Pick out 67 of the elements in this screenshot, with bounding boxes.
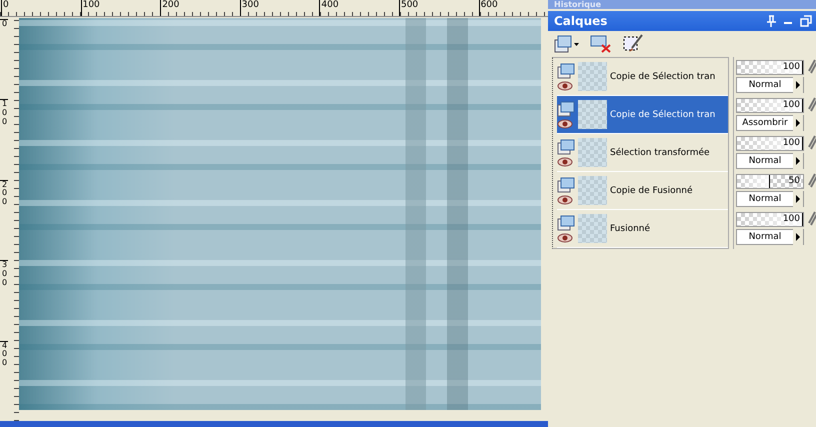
layer-row[interactable]: Sélection transformée (557, 134, 728, 172)
raster-layer-icon (557, 214, 575, 230)
layer-thumbnail (578, 214, 607, 243)
blend-mode-value: Assombrir (741, 118, 789, 128)
raster-layer-icon (557, 62, 575, 78)
opacity-value: 100 (782, 100, 800, 110)
blend-mode-value: Normal (748, 156, 782, 166)
ruler-label: 500 (398, 0, 479, 16)
layer-thumbnail (578, 62, 607, 91)
blend-mode-value: Normal (748, 232, 782, 242)
layer-name: Sélection transformée (610, 148, 710, 158)
link-icon[interactable] (806, 59, 816, 75)
blend-mode-value: Normal (748, 80, 782, 90)
ruler-label: 200 (0, 180, 8, 260)
ruler-label: 400 (319, 0, 399, 16)
restore-icon[interactable] (800, 15, 812, 27)
opacity-value: 100 (782, 214, 800, 224)
mask-brush-icon[interactable] (622, 34, 644, 54)
layer-thumbnail (578, 176, 607, 205)
layer-row[interactable]: Copie de Sélection tran (557, 96, 728, 134)
opacity-slider[interactable]: 50 (736, 174, 804, 188)
blend-mode-value: Normal (748, 194, 782, 204)
pin-icon[interactable] (766, 15, 776, 27)
eye-icon[interactable] (557, 194, 573, 204)
eye-icon[interactable] (557, 118, 573, 128)
eye-icon[interactable] (557, 156, 573, 166)
raster-layer-icon (557, 100, 575, 116)
opacity-value: 100 (782, 62, 800, 72)
layer-name: Fusionné (610, 224, 650, 234)
blend-mode-dropdown[interactable]: Normal (736, 191, 804, 207)
raster-layer-icon (557, 176, 575, 192)
opacity-value: 100 (782, 138, 800, 148)
raster-layer-icon (557, 138, 575, 154)
ruler-label: 300 (240, 0, 320, 16)
layer-name: Copie de Sélection tran (610, 110, 716, 120)
link-icon[interactable] (806, 211, 816, 227)
opacity-value: 50 (788, 176, 800, 186)
layer-thumbnail (578, 100, 607, 129)
opacity-slider[interactable]: 100 (736, 60, 804, 74)
blend-mode-dropdown[interactable]: Normal (736, 153, 804, 169)
opacity-slider[interactable]: 100 (736, 98, 804, 112)
ruler-label: 100 (80, 0, 160, 16)
layer-name: Copie de Fusionné (610, 186, 693, 196)
ruler-label: 0 (1, 0, 81, 16)
ruler-label: 400 (0, 340, 8, 421)
ruler-label: 100 (0, 99, 8, 180)
panel-title: Historique (553, 0, 602, 9)
blend-mode-dropdown[interactable]: Normal (736, 77, 804, 93)
ruler-label: 0 (0, 18, 8, 99)
panel-title: Calques (554, 14, 608, 28)
opacity-slider[interactable]: 100 (736, 212, 804, 226)
eye-icon[interactable] (557, 232, 573, 242)
new-layer-icon[interactable] (554, 35, 580, 53)
ruler-label: 300 (0, 260, 8, 340)
eye-icon[interactable] (557, 80, 573, 90)
delete-layer-icon[interactable] (590, 35, 612, 53)
link-icon[interactable] (806, 135, 816, 151)
blend-mode-dropdown[interactable]: Assombrir (736, 115, 804, 131)
link-icon[interactable] (806, 173, 816, 189)
layer-thumbnail (578, 138, 607, 167)
ruler-label: 200 (160, 0, 240, 16)
layer-row[interactable]: Copie de Fusionné (557, 172, 728, 210)
opacity-slider[interactable]: 100 (736, 136, 804, 150)
layer-name: Copie de Sélection tran (610, 72, 716, 82)
blend-mode-dropdown[interactable]: Normal (736, 229, 804, 245)
link-icon[interactable] (806, 97, 816, 113)
layer-row[interactable]: Fusionné (557, 210, 728, 248)
